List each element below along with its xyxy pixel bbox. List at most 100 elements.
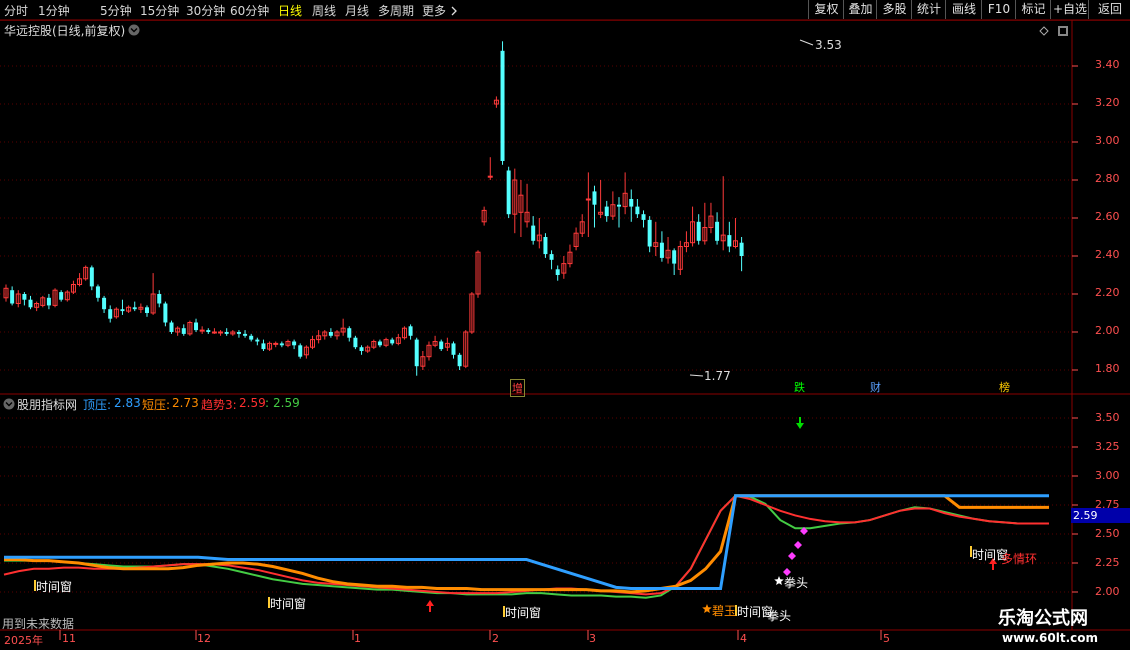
x-axis-label: 1: [354, 632, 361, 645]
candle-body: [359, 347, 364, 351]
period-tab-multi[interactable]: 多周期: [378, 2, 414, 19]
period-tab-60min[interactable]: 60分钟: [230, 2, 269, 19]
green-line: [4, 494, 1049, 599]
candle-body: [665, 249, 671, 259]
candle-body: [536, 234, 542, 242]
candle-body: [493, 99, 499, 105]
main-panel-title: 华远控股(日线,前复权): [4, 24, 126, 38]
candle-body: [512, 179, 518, 215]
y-tick-label: 2.00: [1095, 324, 1120, 337]
candle-body: [144, 307, 149, 313]
candle-body: [635, 206, 640, 215]
x-axis-label: 3: [589, 632, 596, 645]
y-tick-label: 2.80: [1095, 172, 1120, 185]
candle-body: [273, 342, 279, 345]
event-tag-zeng[interactable]: 增: [510, 379, 525, 397]
y-tick-label: 1.80: [1095, 362, 1120, 375]
draw-line-button[interactable]: 画线: [945, 0, 982, 19]
y-tick-label: 2.20: [1095, 286, 1120, 299]
overlay-button[interactable]: 叠加: [843, 0, 877, 19]
event-tag-bang[interactable]: 榜: [998, 379, 1011, 395]
candle-body: [439, 341, 444, 350]
candle-body: [641, 214, 646, 220]
candle-body: [715, 221, 720, 241]
x-axis-label: 12: [197, 632, 211, 645]
star-icon: [702, 604, 712, 613]
watermark-title: 乐淘公式网: [998, 608, 1088, 629]
mark-button[interactable]: 标记: [1015, 0, 1051, 19]
period-tab-15min[interactable]: 15分钟: [140, 2, 179, 19]
back-button[interactable]: 返回: [1088, 0, 1130, 19]
candle-body: [46, 297, 51, 306]
y-tick-label: 3.40: [1095, 58, 1120, 71]
candle-body: [310, 339, 315, 348]
ind-y-tick-label: 2.00: [1095, 585, 1120, 598]
candle-body: [15, 293, 21, 304]
stats-button[interactable]: 统计: [911, 0, 946, 19]
candle-body: [3, 287, 9, 299]
candle-body: [457, 354, 462, 367]
window-toggle-icon[interactable]: [1057, 25, 1069, 37]
legend-short-press-value: 2.73: [172, 396, 199, 410]
candle-body: [647, 219, 652, 247]
candle-body: [420, 356, 426, 367]
legend-top-press-value: 2.83: [114, 396, 141, 410]
candle-body: [353, 337, 358, 348]
ind-y-tick-label: 3.50: [1095, 411, 1120, 424]
low-price-label: 1.77: [704, 369, 731, 383]
more-periods-button[interactable]: 更多: [422, 2, 458, 19]
candle-body: [340, 327, 346, 333]
add-watchlist-button[interactable]: +自选: [1050, 0, 1089, 19]
f10-button[interactable]: F10: [981, 0, 1016, 19]
period-tab-weekly[interactable]: 周线: [312, 2, 336, 19]
candle-body: [120, 309, 125, 312]
y-tick-label: 3.20: [1095, 96, 1120, 109]
x-axis-label: 2: [492, 632, 499, 645]
multi-stock-button[interactable]: 多股: [876, 0, 912, 19]
candle-body: [64, 291, 70, 301]
candle-body: [303, 346, 309, 356]
period-tab-daily[interactable]: 日线: [278, 2, 302, 19]
candle-body: [555, 269, 560, 275]
time-window-label: 时间窗: [270, 597, 307, 611]
legend-green-value: 2.59: [273, 396, 300, 410]
candle-body: [720, 234, 726, 242]
event-tag-cai[interactable]: 财: [869, 379, 882, 395]
ind-y-tick-label: 2.50: [1095, 527, 1120, 540]
candle-body: [739, 242, 744, 256]
candle-body: [727, 235, 732, 247]
duo-qing-huan-label: 多情环: [1001, 552, 1038, 566]
fuquan-button[interactable]: 复权: [808, 0, 844, 19]
period-tab-30min[interactable]: 30分钟: [186, 2, 225, 19]
candle-body: [426, 344, 432, 358]
candle-body: [59, 292, 64, 300]
diamond-icon[interactable]: [1039, 26, 1049, 36]
candle-body: [702, 227, 708, 242]
period-tab-fenshi[interactable]: 分时: [4, 2, 28, 19]
candle-body: [70, 284, 76, 293]
candle-body: [708, 215, 714, 229]
candle-body: [629, 199, 634, 207]
candle-body: [383, 339, 389, 346]
candle-body: [83, 266, 89, 280]
dropdown-circle-icon[interactable]: [128, 24, 140, 36]
x-axis-label: 4: [740, 632, 747, 645]
candle-body: [672, 250, 677, 264]
star-icon: [774, 576, 784, 585]
bi-yu-label: 碧玉: [712, 604, 737, 618]
candle-body: [690, 221, 696, 244]
dropdown-circle-icon[interactable]: [3, 398, 15, 410]
candle-body: [255, 339, 260, 342]
event-tag-die[interactable]: 跌: [793, 379, 806, 395]
period-tab-5min[interactable]: 5分钟: [100, 2, 132, 19]
high-pointer: [799, 39, 814, 46]
period-tab-1min[interactable]: 1分钟: [38, 2, 70, 19]
candle-body: [334, 331, 340, 337]
x-axis-label: 2025年: [4, 634, 43, 647]
candle-body: [579, 221, 585, 234]
candle-body: [132, 307, 137, 310]
candle-body: [573, 232, 579, 247]
period-tab-monthly[interactable]: 月线: [345, 2, 369, 19]
candle-body: [487, 175, 493, 178]
time-window-label: 时间窗: [36, 580, 73, 594]
